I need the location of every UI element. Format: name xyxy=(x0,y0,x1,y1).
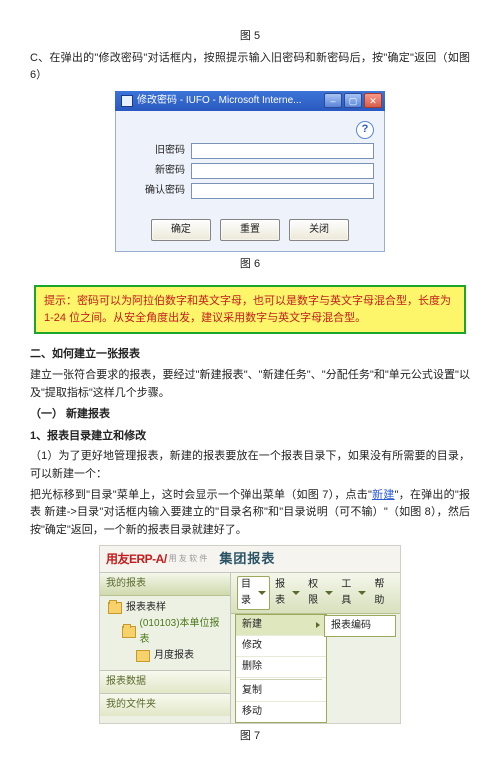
close-window-button[interactable]: ✕ xyxy=(364,93,382,108)
chevron-down-icon xyxy=(358,591,366,595)
close-button[interactable]: 关闭 xyxy=(289,219,349,241)
change-password-dialog: 修改密码 - IUFO - Microsoft Interne... – ▢ ✕… xyxy=(115,91,385,252)
ok-button[interactable]: 确定 xyxy=(151,219,211,241)
chevron-down-icon xyxy=(325,591,333,595)
chevron-down-icon xyxy=(258,591,266,595)
minimize-button[interactable]: – xyxy=(324,93,342,108)
new-password-label: 新密码 xyxy=(126,163,185,179)
app-title: 集团报表 xyxy=(219,549,275,570)
old-password-input[interactable] xyxy=(191,143,374,159)
tree-item-unit-label: (010103)本单位报表 xyxy=(140,616,226,648)
tree: 报表表样 (010103)本单位报表 月度报表 xyxy=(100,596,230,670)
menu-report-label: 报表 xyxy=(275,577,290,609)
item-1-para1: （1）为了更好地管理报表，新建的报表要放在一个报表目录下，如果没有所需要的目录，… xyxy=(30,448,470,483)
item-1-heading: 1、报表目录建立和修改 xyxy=(30,428,470,446)
pane-data[interactable]: 报表数据 xyxy=(100,670,230,693)
confirm-password-input[interactable] xyxy=(191,183,374,199)
maximize-button[interactable]: ▢ xyxy=(344,93,362,108)
pane-myreport-label: 我的报表 xyxy=(106,578,146,589)
dd-item-modify[interactable]: 修改 xyxy=(236,636,326,657)
new-password-input[interactable] xyxy=(191,163,374,179)
section-2-heading: 二、如何建立一张报表 xyxy=(30,346,470,364)
brand-sub: 用 友 软 件 xyxy=(169,553,208,566)
dialog-title: 修改密码 - IUFO - Microsoft Interne... xyxy=(137,93,301,109)
dd-item-move[interactable]: 移动 xyxy=(236,702,326,722)
sidebar: 我的报表 报表表样 (010103)本单位报表 月度报表 xyxy=(100,573,231,723)
window-icon xyxy=(121,95,133,107)
pane-myreport[interactable]: 我的报表 xyxy=(100,573,230,596)
tree-root[interactable]: 报表表样 xyxy=(108,600,226,616)
paragraph-c: C、在弹出的"修改密码"对话框内，按照提示输入旧密码和新密码后，按"确定"返回（… xyxy=(30,50,470,85)
sub-item-reportcode[interactable]: 报表编码 xyxy=(325,616,395,636)
menu-directory[interactable]: 目录 xyxy=(237,576,270,610)
arrow-right-icon xyxy=(316,622,320,628)
new-submenu: 报表编码 xyxy=(324,615,396,637)
dd-item-copy[interactable]: 复制 xyxy=(236,681,326,702)
reset-button[interactable]: 重置 xyxy=(220,219,280,241)
tree-item-month[interactable]: 月度报表 xyxy=(136,648,226,664)
brand-logo: 用友ERP-A/ xyxy=(106,550,167,569)
tip-box: 提示：密码可以为阿拉伯数字和英文字母，也可以是数字与英文字母混合型，长度为 1-… xyxy=(34,285,466,334)
menu-permission[interactable]: 权限 xyxy=(305,577,336,609)
item-1-para2: 把光标移到"目录"菜单上，这时会显示一个弹出菜单（如图 7），点击"新建"，在弹… xyxy=(30,487,470,540)
dd-item-new-label: 新建 xyxy=(242,617,262,633)
dd-item-modify-label: 修改 xyxy=(242,638,262,654)
menu-report[interactable]: 报表 xyxy=(272,577,303,609)
confirm-password-label: 确认密码 xyxy=(126,183,185,199)
dd-item-copy-label: 复制 xyxy=(242,683,262,699)
pane-myfolder[interactable]: 我的文件夹 xyxy=(100,693,230,716)
dialog-titlebar[interactable]: 修改密码 - IUFO - Microsoft Interne... – ▢ ✕ xyxy=(115,91,385,111)
folder-icon xyxy=(122,626,136,638)
tree-root-label: 报表表样 xyxy=(126,600,166,616)
new-link[interactable]: 新建 xyxy=(372,489,395,501)
section-2-intro: 建立一张符合要求的报表，要经过"新建报表"、"新建任务"、"分配任务"和"单元公… xyxy=(30,367,470,402)
menu-help[interactable]: 帮助 xyxy=(371,577,394,609)
sub-item-reportcode-label: 报表编码 xyxy=(331,618,371,634)
app-header: 用友ERP-A/ 用 友 软 件 集团报表 xyxy=(100,546,400,572)
menu-tools-label: 工具 xyxy=(341,577,356,609)
figure6-caption: 图 6 xyxy=(30,256,470,274)
dd-item-delete-label: 删除 xyxy=(242,659,262,675)
menu-help-label: 帮助 xyxy=(374,577,391,609)
folder-icon xyxy=(108,602,122,614)
menu-permission-label: 权限 xyxy=(308,577,323,609)
tree-item-unit[interactable]: (010103)本单位报表 xyxy=(122,616,226,648)
folder-icon xyxy=(136,650,150,662)
dialog-body: ? 旧密码 新密码 确认密码 确定 重置 关闭 xyxy=(115,111,385,252)
menu-tools[interactable]: 工具 xyxy=(338,577,369,609)
main-area: 目录 报表 权限 工具 帮助 新建 xyxy=(231,573,400,723)
section-2-1-heading: （一） 新建报表 xyxy=(30,406,470,424)
menu-directory-label: 目录 xyxy=(241,577,256,609)
item-1-para2a: 把光标移到"目录"菜单上，这时会显示一个弹出菜单（如图 7），点击" xyxy=(30,489,372,501)
dd-item-new[interactable]: 新建 报表编码 xyxy=(236,615,326,636)
help-icon[interactable]: ? xyxy=(356,121,374,139)
chevron-down-icon xyxy=(292,591,300,595)
dd-item-delete[interactable]: 删除 xyxy=(236,657,326,678)
menubar: 目录 报表 权限 工具 帮助 xyxy=(231,573,400,614)
tree-item-month-label: 月度报表 xyxy=(154,648,194,664)
figure5-caption: 图 5 xyxy=(30,28,470,46)
dd-separator xyxy=(240,679,322,680)
old-password-label: 旧密码 xyxy=(126,143,185,159)
figure7-caption: 图 7 xyxy=(30,728,470,746)
figure7-screenshot: 用友ERP-A/ 用 友 软 件 集团报表 我的报表 报表表样 (010103)… xyxy=(99,545,401,724)
